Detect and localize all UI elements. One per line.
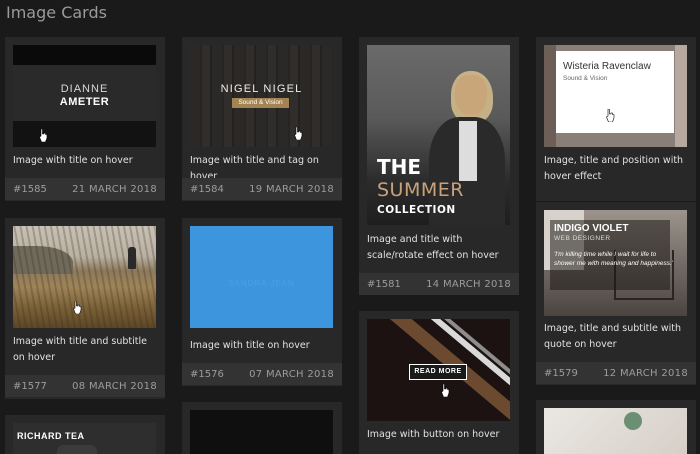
card-image[interactable]: DIANNE AMETER	[13, 45, 156, 147]
card-date: 19 MARCH 2018	[249, 184, 334, 195]
image-card-1581[interactable]: THE SUMMER COLLECTION Image and title wi…	[359, 37, 519, 295]
overlay-title-hidden: SANDRA JEAN	[228, 279, 295, 288]
hand-cursor-icon	[73, 300, 82, 315]
image-card-richard[interactable]: RICHARD TEA	[5, 415, 165, 454]
overlay-tag: Sound & Vision	[232, 98, 289, 108]
card-description: Image, title and position with hover eff…	[544, 155, 684, 182]
card-footer: #1584 19 MARCH 2018	[182, 178, 342, 200]
card-date: 07 MARCH 2018	[249, 369, 334, 380]
page-title: Image Cards	[6, 3, 107, 22]
card-image[interactable]	[544, 408, 687, 454]
image-card-1577[interactable]: Image with title and subtitle on hover #…	[5, 218, 165, 399]
card-date: 14 MARCH 2018	[426, 279, 511, 290]
card-description: Image with title and subtitle on hover	[13, 336, 148, 363]
image-card-wisteria[interactable]: Wisteria Ravenclaw Sound & Vision Image,…	[536, 37, 696, 201]
overlay-title: NIGEL NIGEL	[220, 83, 303, 95]
card-id: #1581	[367, 279, 401, 290]
overlay-box: Wisteria Ravenclaw Sound & Vision	[556, 51, 674, 133]
card-id: #1584	[190, 184, 224, 195]
image-phone	[57, 445, 97, 454]
image-card-1584[interactable]: NIGEL NIGEL Sound & Vision Image with ti…	[182, 37, 342, 201]
overlay-title-line2: SUMMER	[377, 179, 464, 201]
card-date: 21 MARCH 2018	[72, 184, 157, 195]
image-edge	[544, 45, 556, 147]
overlay-title: RICHARD TEA	[17, 431, 85, 441]
hand-cursor-icon	[39, 128, 48, 143]
card-description: Image and title with scale/rotate effect…	[367, 234, 499, 261]
card-image[interactable]: SANDRA JEAN	[190, 226, 333, 328]
card-date: 08 MARCH 2018	[72, 381, 157, 392]
overlay-quote: 'I'm killing time while I wait for life …	[554, 251, 674, 267]
card-id: #1577	[13, 381, 47, 392]
hand-cursor-icon	[441, 383, 450, 398]
image-grass	[13, 226, 156, 328]
image-card-readmore[interactable]: READ MORE Image with button on hover	[359, 311, 519, 454]
card-id: #1579	[544, 368, 578, 379]
card-date: 12 MARCH 2018	[603, 368, 688, 379]
image-card-dark[interactable]	[182, 402, 342, 454]
image-card-1585[interactable]: DIANNE AMETER Image with title on hover …	[5, 37, 165, 201]
card-image[interactable]: NIGEL NIGEL Sound & Vision	[190, 45, 333, 147]
card-description: Image with title on hover	[190, 340, 310, 351]
overlay-title: INDIGO VIOLET	[554, 223, 629, 234]
card-image[interactable]	[190, 410, 333, 454]
card-description: Image, title and subtitle with quote on …	[544, 323, 682, 350]
read-more-button[interactable]: READ MORE	[409, 364, 467, 380]
card-footer: #1585 21 MARCH 2018	[5, 178, 165, 200]
card-id: #1576	[190, 369, 224, 380]
image-card-1579[interactable]: INDIGO VIOLET WEB DESIGNER 'I'm killing …	[536, 202, 696, 385]
overlay-subtitle: Sound & Vision	[563, 75, 608, 82]
card-footer: #1579 12 MARCH 2018	[536, 362, 696, 384]
card-image[interactable]	[13, 226, 156, 328]
image-person	[128, 247, 136, 269]
image-card-1576[interactable]: SANDRA JEAN Image with title on hover #1…	[182, 218, 342, 386]
overlay-subtitle: WEB DESIGNER	[554, 235, 611, 242]
image-card-bedroom[interactable]	[536, 400, 696, 454]
image-figure-shirt	[459, 121, 477, 181]
card-image[interactable]: INDIGO VIOLET WEB DESIGNER 'I'm killing …	[544, 210, 687, 316]
card-footer: #1576 07 MARCH 2018	[182, 363, 342, 385]
overlay-title: Wisteria Ravenclaw	[563, 61, 651, 72]
card-image[interactable]: THE SUMMER COLLECTION	[367, 45, 510, 225]
overlay-title-line1: THE	[377, 155, 422, 179]
image-edge	[675, 45, 687, 147]
image-figure-head	[455, 75, 487, 115]
image-plant	[624, 412, 642, 430]
overlay-title-line3: COLLECTION	[377, 204, 456, 216]
card-image[interactable]: Wisteria Ravenclaw Sound & Vision	[544, 45, 687, 147]
card-description: Image with title on hover	[13, 155, 133, 166]
image-shadow	[13, 121, 156, 147]
card-id: #1585	[13, 184, 47, 195]
card-description: Image with button on hover	[367, 429, 500, 440]
image-shade	[190, 45, 333, 147]
hand-cursor-icon	[606, 108, 615, 123]
card-image[interactable]: READ MORE	[367, 319, 510, 421]
hand-cursor-icon	[294, 126, 303, 141]
card-image[interactable]: RICHARD TEA	[13, 423, 156, 454]
card-footer: #1577 08 MARCH 2018	[5, 375, 165, 397]
card-footer: #1581 14 MARCH 2018	[359, 273, 519, 295]
overlay-title-line1: DIANNE	[60, 83, 109, 95]
overlay-title-line2: AMETER	[59, 96, 110, 108]
